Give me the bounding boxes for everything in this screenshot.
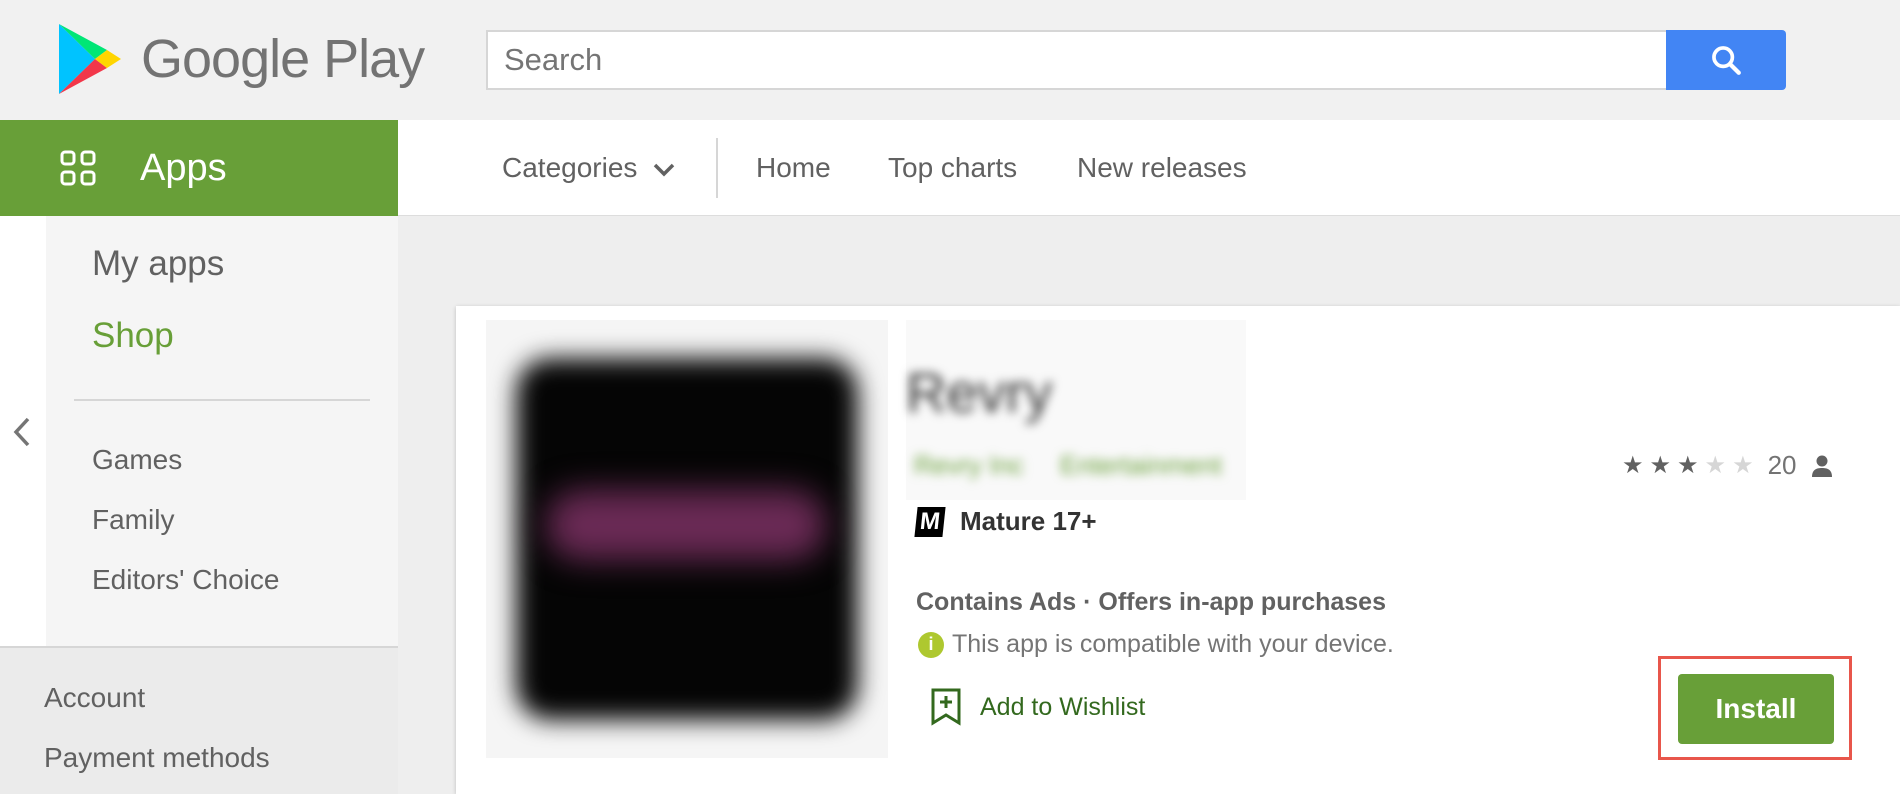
developer-link[interactable]: Revry Inc (914, 450, 1024, 481)
search-button[interactable] (1666, 30, 1786, 90)
categories-label: Categories (502, 152, 638, 183)
top-navigation: Categories Home Top charts New releases (398, 120, 1900, 216)
apps-tab[interactable]: Apps (0, 120, 398, 216)
content-rating: M Mature 17+ (914, 506, 1097, 537)
sidebar-item-editors-choice[interactable]: Editors' Choice (92, 564, 279, 596)
person-icon (1811, 455, 1832, 477)
sidebar-collapse-strip[interactable] (0, 216, 46, 646)
app-title: Revry (906, 361, 1053, 424)
app-icon-logo (546, 490, 826, 560)
sidebar-account-section: Account Payment methods (0, 646, 398, 794)
nav-divider (716, 138, 718, 198)
sidebar-item-games[interactable]: Games (92, 444, 182, 476)
star-filled-icon: ★ (1622, 452, 1644, 479)
install-button[interactable]: Install (1678, 674, 1834, 744)
rating-summary: ★ ★ ★ ★ ★ 20 (1622, 450, 1833, 481)
star-empty-icon: ★ (1732, 452, 1754, 479)
nav-top-charts[interactable]: Top charts (888, 120, 1017, 216)
star-empty-icon: ★ (1704, 452, 1727, 479)
compatibility-notice: i This app is compatible with your devic… (918, 630, 1394, 659)
nav-new-releases[interactable]: New releases (1077, 120, 1247, 216)
sidebar-divider (74, 399, 370, 401)
sidebar-item-family[interactable]: Family (92, 504, 174, 536)
bookmark-add-icon (931, 688, 961, 726)
app-icon (486, 320, 888, 758)
sidebar-item-payment-methods[interactable]: Payment methods (44, 742, 270, 774)
chevron-down-icon (653, 163, 675, 177)
apps-grid-icon (60, 150, 96, 186)
add-to-wishlist-button[interactable]: Add to Wishlist (930, 688, 1145, 726)
nav-home[interactable]: Home (756, 120, 831, 216)
header-bar: Google Play (0, 0, 1900, 120)
search-input[interactable] (486, 30, 1668, 90)
compatibility-text: This app is compatible with your device. (952, 630, 1394, 658)
apps-label: Apps (140, 146, 227, 189)
star-filled-icon: ★ (1649, 452, 1672, 479)
chevron-left-icon (13, 417, 30, 447)
google-play-logo[interactable]: Google Play (55, 22, 425, 96)
play-triangle-icon (59, 24, 121, 94)
categories-dropdown[interactable]: Categories (502, 120, 675, 216)
logo-text: Google Play (141, 29, 425, 89)
ads-purchases-info: Contains Ads · Offers in-app purchases (916, 588, 1386, 616)
mature-rating-icon: M (914, 506, 946, 537)
search-icon (1712, 46, 1741, 75)
content-rating-label: Mature 17+ (960, 506, 1097, 536)
star-filled-icon: ★ (1677, 452, 1699, 479)
rating-count: 20 (1767, 450, 1797, 480)
wishlist-label: Add to Wishlist (980, 692, 1146, 721)
sidebar-item-shop[interactable]: Shop (92, 316, 174, 356)
category-link[interactable]: Entertainment (1060, 450, 1222, 481)
sidebar-item-my-apps[interactable]: My apps (92, 244, 224, 284)
info-icon: i (918, 631, 944, 658)
sidebar-item-account[interactable]: Account (44, 682, 145, 714)
